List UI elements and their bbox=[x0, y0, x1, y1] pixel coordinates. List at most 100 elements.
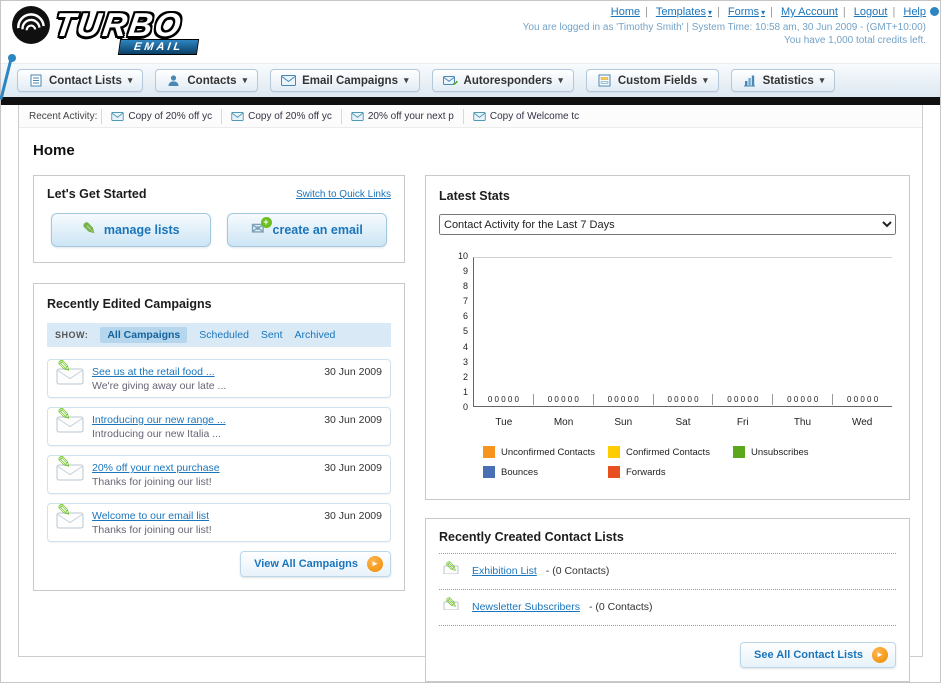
value-label-group: 0 0 0 0 0 bbox=[474, 394, 534, 405]
top-nav-templates[interactable]: Templates ▾ bbox=[656, 6, 712, 18]
view-all-campaigns-button[interactable]: View All Campaigns ► bbox=[240, 551, 391, 577]
legend-swatch bbox=[733, 446, 745, 458]
campaign-title-link[interactable]: Welcome to our email list bbox=[92, 510, 316, 522]
chart-legend: Unconfirmed Contacts Confirmed Contacts Un… bbox=[483, 446, 879, 486]
campaign-row[interactable]: ✎ See us at the retail food ... We're gi… bbox=[47, 357, 391, 398]
x-tick-label: Mon bbox=[553, 417, 574, 428]
recent-activity-item[interactable]: Copy of Welcome tc bbox=[462, 108, 588, 124]
campaign-envelope-pencil-icon: ✎ bbox=[56, 357, 92, 392]
tab-label: Autoresponders bbox=[463, 74, 553, 87]
chevron-down-icon: ▾ bbox=[127, 75, 133, 85]
top-nav-home[interactable]: Home bbox=[611, 6, 640, 18]
recent-activity-item[interactable]: Copy of 20% off yc bbox=[101, 108, 221, 124]
top-nav-logout-label: Logout bbox=[853, 6, 888, 18]
login-status: You are logged in as 'Timothy Smith' | S… bbox=[522, 22, 926, 33]
top-nav-my-account[interactable]: My Account bbox=[781, 6, 838, 18]
x-tick-label: Fri bbox=[736, 417, 749, 428]
filter-scheduled[interactable]: Scheduled bbox=[199, 329, 249, 341]
pencil-icon: ✎ bbox=[57, 405, 72, 424]
y-tick-label: 7 bbox=[462, 296, 468, 307]
envelope-plus-icon: ✉ + bbox=[251, 217, 272, 238]
chevron-down-icon: ▾ bbox=[819, 75, 825, 85]
x-tick-label: Sun bbox=[614, 417, 633, 428]
y-tick-label: 6 bbox=[462, 311, 468, 322]
y-tick-label: 2 bbox=[462, 371, 468, 382]
pencil-icon: ✎ bbox=[445, 595, 458, 612]
y-tick-label: 5 bbox=[462, 326, 468, 337]
campaign-row[interactable]: ✎ 20% off your next purchase Thanks for … bbox=[47, 453, 391, 494]
top-nav-logout[interactable]: Logout bbox=[854, 6, 888, 18]
right-column: Latest Stats Contact Activity for the La… bbox=[425, 175, 910, 682]
legend-swatch bbox=[608, 446, 620, 458]
arrow-right-icon: ► bbox=[367, 556, 383, 572]
filter-sent[interactable]: Sent bbox=[261, 329, 283, 341]
tab-label: Contact Lists bbox=[49, 74, 122, 87]
chevron-down-icon: ▾ bbox=[703, 75, 708, 85]
chart-plot-area: 0 0 0 0 00 0 0 0 00 0 0 0 00 0 0 0 00 0 … bbox=[473, 257, 892, 407]
envelope-icon bbox=[473, 111, 486, 121]
chevron-down-icon: ▾ bbox=[707, 8, 712, 17]
header: TURBO EMAIL Home | Templates ▾ | Forms ▾ | My… bbox=[0, 1, 940, 101]
contact-list-link[interactable]: Exhibition List bbox=[472, 565, 537, 577]
create-email-button[interactable]: ✉ + create an email bbox=[227, 213, 387, 247]
stats-period-select[interactable]: Contact Activity for the Last 7 Days bbox=[439, 214, 896, 235]
manage-lists-button[interactable]: ✎ manage lists bbox=[51, 213, 211, 247]
contact-list-row[interactable]: ✎ Newsletter Subscribers - (0 Contacts) bbox=[439, 590, 896, 626]
y-tick-label: 3 bbox=[462, 356, 468, 367]
campaign-row[interactable]: ✎ Welcome to our email list Thanks for j… bbox=[47, 501, 391, 542]
pencil-icon: ✎ bbox=[57, 501, 72, 520]
campaign-info: Introducing our new range ... Introducin… bbox=[92, 414, 316, 440]
campaign-title-link[interactable]: 20% off your next purchase bbox=[92, 462, 316, 474]
top-nav-templates-label: Templates bbox=[655, 6, 706, 18]
recent-activity-item[interactable]: 20% off your next p bbox=[340, 108, 463, 124]
x-tick-label: Tue bbox=[495, 417, 513, 428]
see-all-contact-lists-button[interactable]: See All Contact Lists ► bbox=[739, 642, 896, 668]
tab-email-campaigns[interactable]: Email Campaigns ▾ bbox=[270, 69, 420, 92]
legend-label: Unsubscribes bbox=[751, 446, 809, 458]
logo-swirl-icon bbox=[12, 6, 50, 44]
app-window: TURBO EMAIL Home | Templates ▾ | Forms ▾ | My… bbox=[0, 0, 941, 683]
envelope-icon bbox=[111, 111, 124, 121]
recent-activity-text: 20% off your next p bbox=[367, 110, 454, 122]
contact-list-link[interactable]: Newsletter Subscribers bbox=[472, 601, 580, 613]
campaign-subtitle: Thanks for joining our list! bbox=[92, 476, 212, 488]
campaign-title-link[interactable]: See us at the retail food ... bbox=[92, 366, 316, 378]
campaign-subtitle: Introducing our new Italia ... bbox=[92, 428, 221, 440]
envelope-icon bbox=[351, 111, 364, 121]
x-tick-label: Wed bbox=[851, 417, 873, 428]
view-all-campaigns-label: View All Campaigns bbox=[254, 558, 358, 570]
contact-lists-icon bbox=[28, 74, 43, 87]
campaign-title-link[interactable]: Introducing our new range ... bbox=[92, 414, 316, 426]
top-nav-my-account-label: My Account bbox=[781, 6, 838, 18]
y-tick-label: 10 bbox=[457, 251, 468, 261]
tab-statistics[interactable]: Statistics ▾ bbox=[730, 69, 836, 92]
credits-status: You have 1,000 total credits left. bbox=[784, 35, 926, 46]
email-campaigns-icon bbox=[281, 74, 297, 87]
top-nav-forms[interactable]: Forms ▾ bbox=[728, 6, 765, 18]
see-all-contact-lists-label: See All Contact Lists bbox=[753, 649, 863, 661]
recent-activity-item[interactable]: Copy of 20% off yc bbox=[221, 108, 341, 124]
tab-custom-fields[interactable]: Custom Fields ▾ bbox=[585, 69, 719, 92]
divider: | bbox=[716, 6, 720, 18]
tab-contact-lists[interactable]: Contact Lists ▾ bbox=[17, 69, 144, 92]
filter-all-campaigns[interactable]: All Campaigns bbox=[100, 327, 188, 343]
recent-activity-text: Copy of 20% off yc bbox=[248, 110, 332, 122]
recent-contact-lists-panel: Recently Created Contact Lists ✎ Exhibit… bbox=[425, 518, 910, 682]
recent-activity-bar: Recent Activity: Copy of 20% off yc Copy… bbox=[19, 105, 922, 128]
tab-contacts[interactable]: Contacts ▾ bbox=[155, 69, 259, 92]
campaign-row[interactable]: ✎ Introducing our new range ... Introduc… bbox=[47, 405, 391, 446]
campaign-date: 30 Jun 2009 bbox=[324, 462, 382, 474]
manage-lists-label: manage lists bbox=[103, 223, 180, 237]
arrow-right-icon: ► bbox=[872, 647, 888, 663]
legend-item: Confirmed Contacts bbox=[608, 446, 733, 458]
filter-archived[interactable]: Archived bbox=[295, 329, 336, 341]
top-nav-help[interactable]: Help bbox=[903, 6, 926, 18]
legend-label: Forwards bbox=[626, 466, 666, 478]
tab-autoresponders[interactable]: Autoresponders ▾ bbox=[431, 69, 574, 92]
contact-list-count: - (0 Contacts) bbox=[545, 565, 610, 577]
left-column: Let's Get Started Switch to Quick Links … bbox=[33, 175, 405, 591]
switch-quick-links-link[interactable]: Switch to Quick Links bbox=[296, 189, 391, 200]
tab-label: Contacts bbox=[187, 74, 237, 87]
contact-list-row[interactable]: ✎ Exhibition List - (0 Contacts) bbox=[439, 554, 896, 590]
campaign-envelope-pencil-icon: ✎ bbox=[56, 405, 92, 440]
